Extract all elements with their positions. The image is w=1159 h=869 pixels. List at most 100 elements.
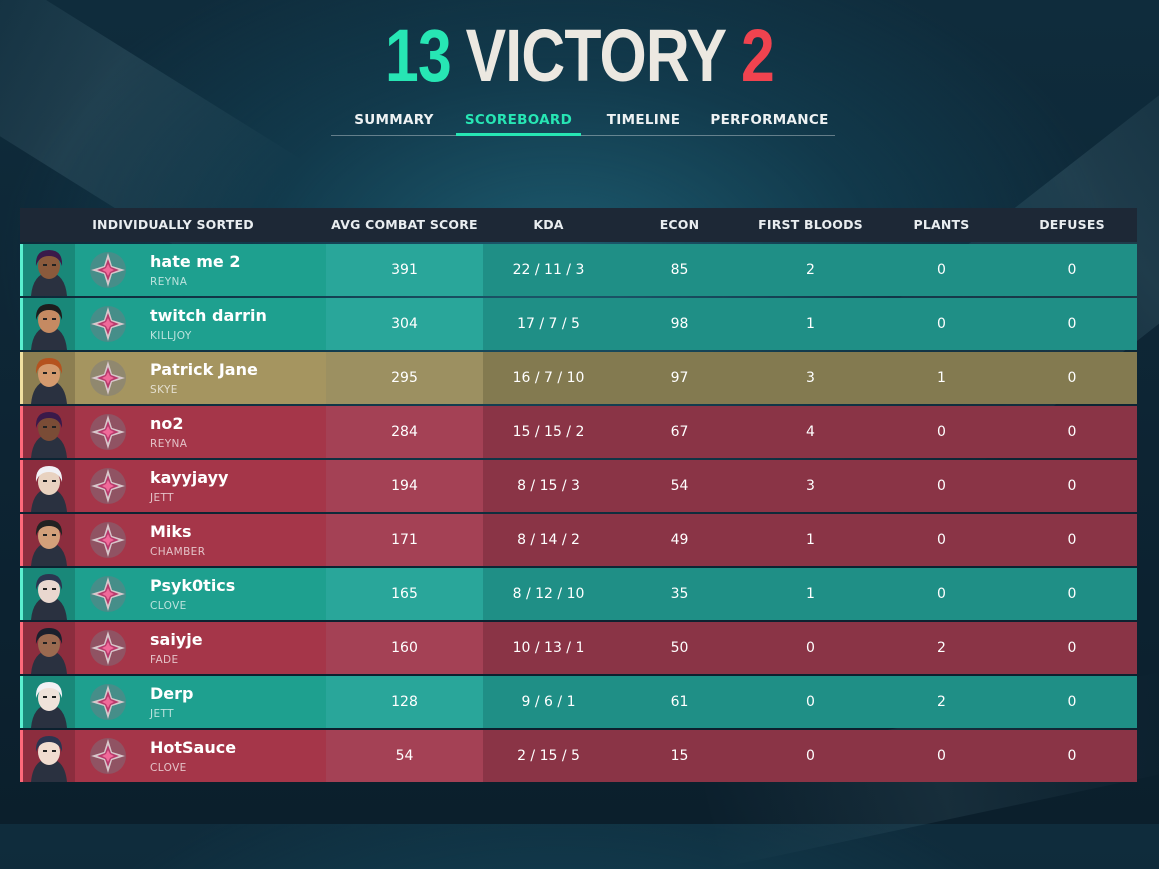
plants-value: 1 [937, 370, 946, 386]
defuses-value: 0 [1067, 316, 1077, 332]
table-row[interactable]: twitch darrin KILLJOY 304 17 / 7 / 5 98 1 0 0 [20, 298, 1137, 350]
defuses-value: 0 [1067, 586, 1077, 602]
table-row[interactable]: hate me 2 REYNA 391 22 / 11 / 3 85 2 0 0 [20, 244, 1137, 296]
rank-emblem-icon [88, 736, 128, 776]
econ-value: 50 [670, 640, 689, 656]
agent-name: KILLJOY [150, 330, 192, 342]
table-row[interactable]: saiyje FADE 160 10 / 13 / 1 50 0 2 0 [20, 622, 1137, 674]
table-row[interactable]: no2 REYNA 284 15 / 15 / 2 67 4 0 0 [20, 406, 1137, 458]
player-name[interactable]: hate me 2 [150, 252, 240, 271]
defuses-value: 0 [1067, 262, 1077, 278]
tab-timeline[interactable]: TIMELINE [593, 107, 694, 133]
econ-value: 98 [670, 316, 689, 332]
defuses-value: 0 [1067, 424, 1077, 440]
kda-value: 16 / 7 / 10 [512, 370, 585, 386]
tab-summary[interactable]: SUMMARY [341, 107, 447, 133]
kda-value: 8 / 15 / 3 [517, 478, 580, 494]
econ-value: 97 [670, 370, 689, 386]
player-name[interactable]: HotSauce [150, 738, 236, 757]
rank-emblem-icon [88, 304, 128, 344]
player-name[interactable]: saiyje [150, 630, 203, 649]
col-plants-header[interactable]: PLANTS [876, 208, 1007, 242]
player-name[interactable]: twitch darrin [150, 306, 267, 325]
table-row[interactable]: Psyk0tics CLOVE 165 8 / 12 / 10 35 1 0 0 [20, 568, 1137, 620]
table-header: INDIVIDUALLY SORTED AVG COMBAT SCORE KDA… [20, 208, 1137, 242]
econ-value: 35 [670, 586, 689, 602]
econ-value: 61 [670, 694, 689, 710]
player-name[interactable]: Miks [150, 522, 192, 541]
agent-portrait-icon [23, 298, 75, 350]
first-bloods-value: 4 [806, 424, 815, 440]
agent-name: FADE [150, 654, 179, 666]
kda-value: 22 / 11 / 3 [512, 262, 585, 278]
plants-value: 2 [937, 640, 946, 656]
agent-portrait-icon [23, 406, 75, 458]
agent-name: JETT [150, 492, 174, 504]
col-player-header[interactable]: INDIVIDUALLY SORTED [20, 208, 326, 242]
econ-value: 15 [670, 748, 689, 764]
kda-value: 9 / 6 / 1 [521, 694, 576, 710]
acs-value: 284 [391, 424, 418, 440]
defuses-value: 0 [1067, 370, 1077, 386]
player-name[interactable]: Patrick Jane [150, 360, 258, 379]
kda-value: 10 / 13 / 1 [512, 640, 585, 656]
col-kda-header[interactable]: KDA [483, 208, 614, 242]
agent-name: REYNA [150, 276, 188, 288]
team-score: 13 [385, 14, 452, 97]
player-name[interactable]: no2 [150, 414, 184, 433]
col-defuses-header[interactable]: DEFUSES [1007, 208, 1137, 242]
result-text: VICTORY [465, 14, 727, 97]
acs-value: 160 [391, 640, 418, 656]
plants-value: 0 [937, 586, 946, 602]
econ-value: 85 [670, 262, 689, 278]
plants-value: 0 [937, 262, 946, 278]
first-bloods-value: 1 [806, 586, 815, 602]
agent-name: JETT [150, 708, 174, 720]
rank-emblem-icon [88, 358, 128, 398]
plants-value: 0 [937, 316, 946, 332]
econ-value: 49 [670, 532, 689, 548]
kda-value: 2 / 15 / 5 [517, 748, 580, 764]
kda-value: 15 / 15 / 2 [512, 424, 585, 440]
tab-performance[interactable]: PERFORMANCE [704, 107, 835, 133]
first-bloods-value: 0 [806, 748, 815, 764]
table-row[interactable]: HotSauce CLOVE 54 2 / 15 / 5 15 0 0 0 [20, 730, 1137, 782]
match-result-header: 13 VICTORY 2 [104, 16, 1054, 96]
plants-value: 0 [937, 748, 946, 764]
rank-emblem-icon [88, 412, 128, 452]
defuses-value: 0 [1067, 532, 1077, 548]
rank-emblem-icon [88, 520, 128, 560]
col-econ-header[interactable]: ECON [614, 208, 745, 242]
acs-value: 304 [391, 316, 418, 332]
rank-emblem-icon [88, 682, 128, 722]
match-tabs: SUMMARY SCOREBOARD TIMELINE PERFORMANCE [331, 107, 835, 136]
enemy-score: 2 [741, 14, 775, 97]
tab-scoreboard[interactable]: SCOREBOARD [456, 107, 581, 136]
player-name[interactable]: kayyjayy [150, 468, 228, 487]
col-acs-header[interactable]: AVG COMBAT SCORE [326, 208, 483, 242]
table-row[interactable]: Derp JETT 128 9 / 6 / 1 61 0 2 0 [20, 676, 1137, 728]
table-row[interactable]: Miks CHAMBER 171 8 / 14 / 2 49 1 0 0 [20, 514, 1137, 566]
rank-emblem-icon [88, 466, 128, 506]
agent-portrait-icon [23, 676, 75, 728]
defuses-value: 0 [1067, 694, 1077, 710]
kda-value: 17 / 7 / 5 [517, 316, 580, 332]
table-body: hate me 2 REYNA 391 22 / 11 / 3 85 2 0 0 twitch … [20, 244, 1137, 782]
player-name[interactable]: Derp [150, 684, 193, 703]
agent-portrait-icon [23, 622, 75, 674]
acs-value: 128 [391, 694, 418, 710]
rank-emblem-icon [88, 250, 128, 290]
rank-emblem-icon [88, 628, 128, 668]
first-bloods-value: 2 [806, 262, 815, 278]
player-name[interactable]: Psyk0tics [150, 576, 235, 595]
acs-value: 194 [391, 478, 418, 494]
kda-value: 8 / 14 / 2 [517, 532, 580, 548]
scoreboard-table: INDIVIDUALLY SORTED AVG COMBAT SCORE KDA… [20, 208, 1137, 782]
defuses-value: 0 [1067, 748, 1077, 764]
defuses-value: 0 [1067, 478, 1077, 494]
table-row[interactable]: Patrick Jane SKYE 295 16 / 7 / 10 97 3 1 0 [20, 352, 1137, 404]
col-first-bloods-header[interactable]: FIRST BLOODS [745, 208, 876, 242]
table-row[interactable]: kayyjayy JETT 194 8 / 15 / 3 54 3 0 0 [20, 460, 1137, 512]
acs-value: 295 [391, 370, 418, 386]
first-bloods-value: 0 [806, 640, 815, 656]
